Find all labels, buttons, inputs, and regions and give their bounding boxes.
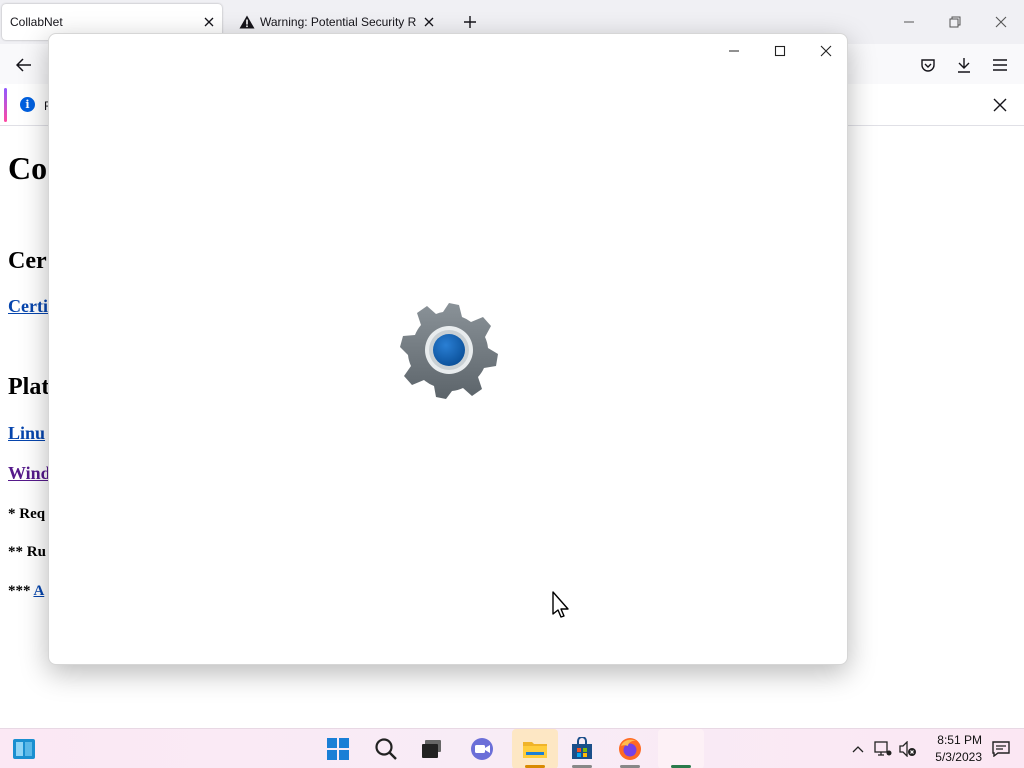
- chat-icon[interactable]: [462, 729, 502, 768]
- notification-close-icon[interactable]: [986, 92, 1014, 118]
- footnote-3: *** A: [8, 583, 44, 600]
- footnote-3-prefix: ***: [8, 583, 34, 599]
- footnote-2: ** Ru: [8, 544, 46, 560]
- footnote-1: * Req: [8, 506, 46, 522]
- section-heading-certificates: Cer: [8, 248, 47, 274]
- info-icon: i: [20, 97, 35, 112]
- notification-center-icon[interactable]: [989, 737, 1013, 761]
- linux-link[interactable]: Linu: [8, 423, 45, 444]
- file-explorer-icon[interactable]: [512, 729, 558, 768]
- maximize-window-button[interactable]: [757, 36, 803, 66]
- widgets-icon[interactable]: [4, 729, 44, 768]
- settings-gear-icon: [399, 300, 499, 400]
- new-tab-button[interactable]: [458, 10, 482, 34]
- tab-title: Warning: Potential Security Risk Ahead: [260, 15, 416, 29]
- store-icon[interactable]: [562, 729, 602, 768]
- start-icon[interactable]: [318, 729, 358, 768]
- notification-accent: [4, 88, 7, 122]
- pocket-icon[interactable]: [915, 52, 941, 78]
- firefox-icon[interactable]: [610, 729, 650, 768]
- close-browser-button[interactable]: [986, 8, 1016, 36]
- warning-icon: [236, 15, 258, 29]
- minimize-browser-button[interactable]: [894, 8, 924, 36]
- clock-time: 8:51 PM: [937, 733, 982, 747]
- search-icon[interactable]: [366, 729, 406, 768]
- windows-link[interactable]: Wind: [8, 463, 51, 484]
- section-heading-platforms: Plat: [8, 374, 50, 400]
- footnote-3-link[interactable]: A: [33, 583, 44, 599]
- close-window-button[interactable]: [803, 36, 847, 66]
- mouse-cursor-icon: [549, 590, 573, 618]
- network-icon[interactable]: [871, 737, 895, 761]
- downloads-icon[interactable]: [951, 52, 977, 78]
- page-title: Co: [8, 150, 48, 186]
- settings-app-button[interactable]: [658, 729, 704, 768]
- windows-taskbar: 8:51 PM 5/3/2023: [0, 728, 1024, 768]
- volume-muted-icon[interactable]: [896, 737, 920, 761]
- settings-splash-window: [48, 33, 848, 665]
- back-button[interactable]: [11, 52, 37, 78]
- restore-browser-button[interactable]: [940, 8, 970, 36]
- close-tab-icon[interactable]: [416, 9, 442, 35]
- task-view-icon[interactable]: [412, 729, 452, 768]
- certificate-link[interactable]: Certi: [8, 296, 48, 317]
- tab-title: CollabNet: [10, 15, 63, 29]
- clock-date: 5/3/2023: [935, 750, 982, 764]
- minimize-window-button[interactable]: [711, 36, 757, 66]
- menu-icon[interactable]: [987, 52, 1013, 78]
- system-clock[interactable]: 8:51 PM 5/3/2023: [918, 732, 982, 766]
- close-tab-icon[interactable]: [196, 9, 222, 35]
- chevron-up-icon[interactable]: [846, 737, 870, 761]
